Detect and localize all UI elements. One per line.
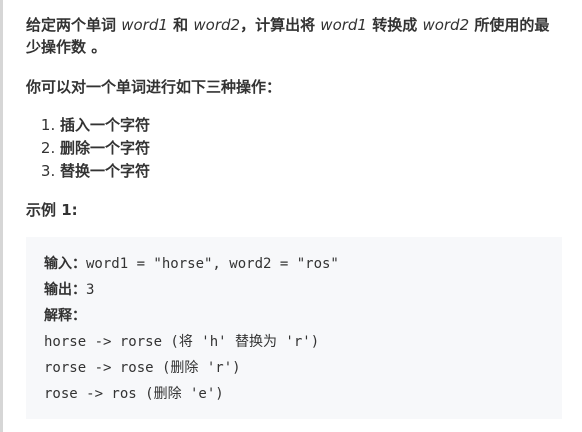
- intro-word1: word1: [121, 16, 168, 34]
- example-output-line: 输出：3: [44, 277, 562, 303]
- example-explain-line: 解释：: [44, 303, 562, 329]
- explain-step: rorse -> rose (删除 'r'): [44, 360, 241, 376]
- intro-word1-b: word1: [320, 16, 367, 34]
- input-value: word1 = "horse", word2 = "ros": [86, 256, 339, 272]
- problem-intro: 给定两个单词 word1 和 word2，计算出将 word1 转换成 word…: [26, 14, 562, 58]
- operation-label: 删除一个字符: [60, 139, 151, 157]
- problem-description: 给定两个单词 word1 和 word2，计算出将 word1 转换成 word…: [26, 14, 562, 419]
- output-label: 输出：: [44, 282, 86, 298]
- operation-label: 替换一个字符: [60, 162, 151, 180]
- operation-label: 插入一个字符: [60, 116, 151, 134]
- intro-word2-b: word2: [422, 16, 470, 34]
- intro-text-2: 和: [167, 16, 194, 34]
- intro-text-1: 给定两个单词: [26, 16, 122, 34]
- operation-item: 插入一个字符: [60, 114, 562, 137]
- example-input-line: 输入：word1 = "horse", word2 = "ros": [44, 251, 562, 277]
- intro-word2: word2: [193, 16, 241, 34]
- operation-item: 替换一个字符: [60, 160, 562, 183]
- operation-item: 删除一个字符: [60, 137, 562, 160]
- example-code-block: 输入：word1 = "horse", word2 = "ros" 输出：3 解…: [26, 237, 562, 419]
- input-label: 输入：: [44, 256, 86, 272]
- explain-label: 解释：: [44, 308, 86, 324]
- explain-step: rose -> ros (删除 'e'): [44, 386, 224, 402]
- explain-step: horse -> rorse (将 'h' 替换为 'r'): [44, 334, 320, 350]
- operations-intro: 你可以对一个单词进行如下三种操作：: [26, 78, 282, 96]
- intro-text-3: ，计算出将: [240, 16, 321, 34]
- output-value: 3: [86, 282, 95, 298]
- example-title: 示例 1:: [26, 201, 78, 219]
- operations-list: 插入一个字符 删除一个字符 替换一个字符: [26, 114, 562, 183]
- left-border: [0, 0, 3, 432]
- intro-text-4: 转换成: [366, 16, 423, 34]
